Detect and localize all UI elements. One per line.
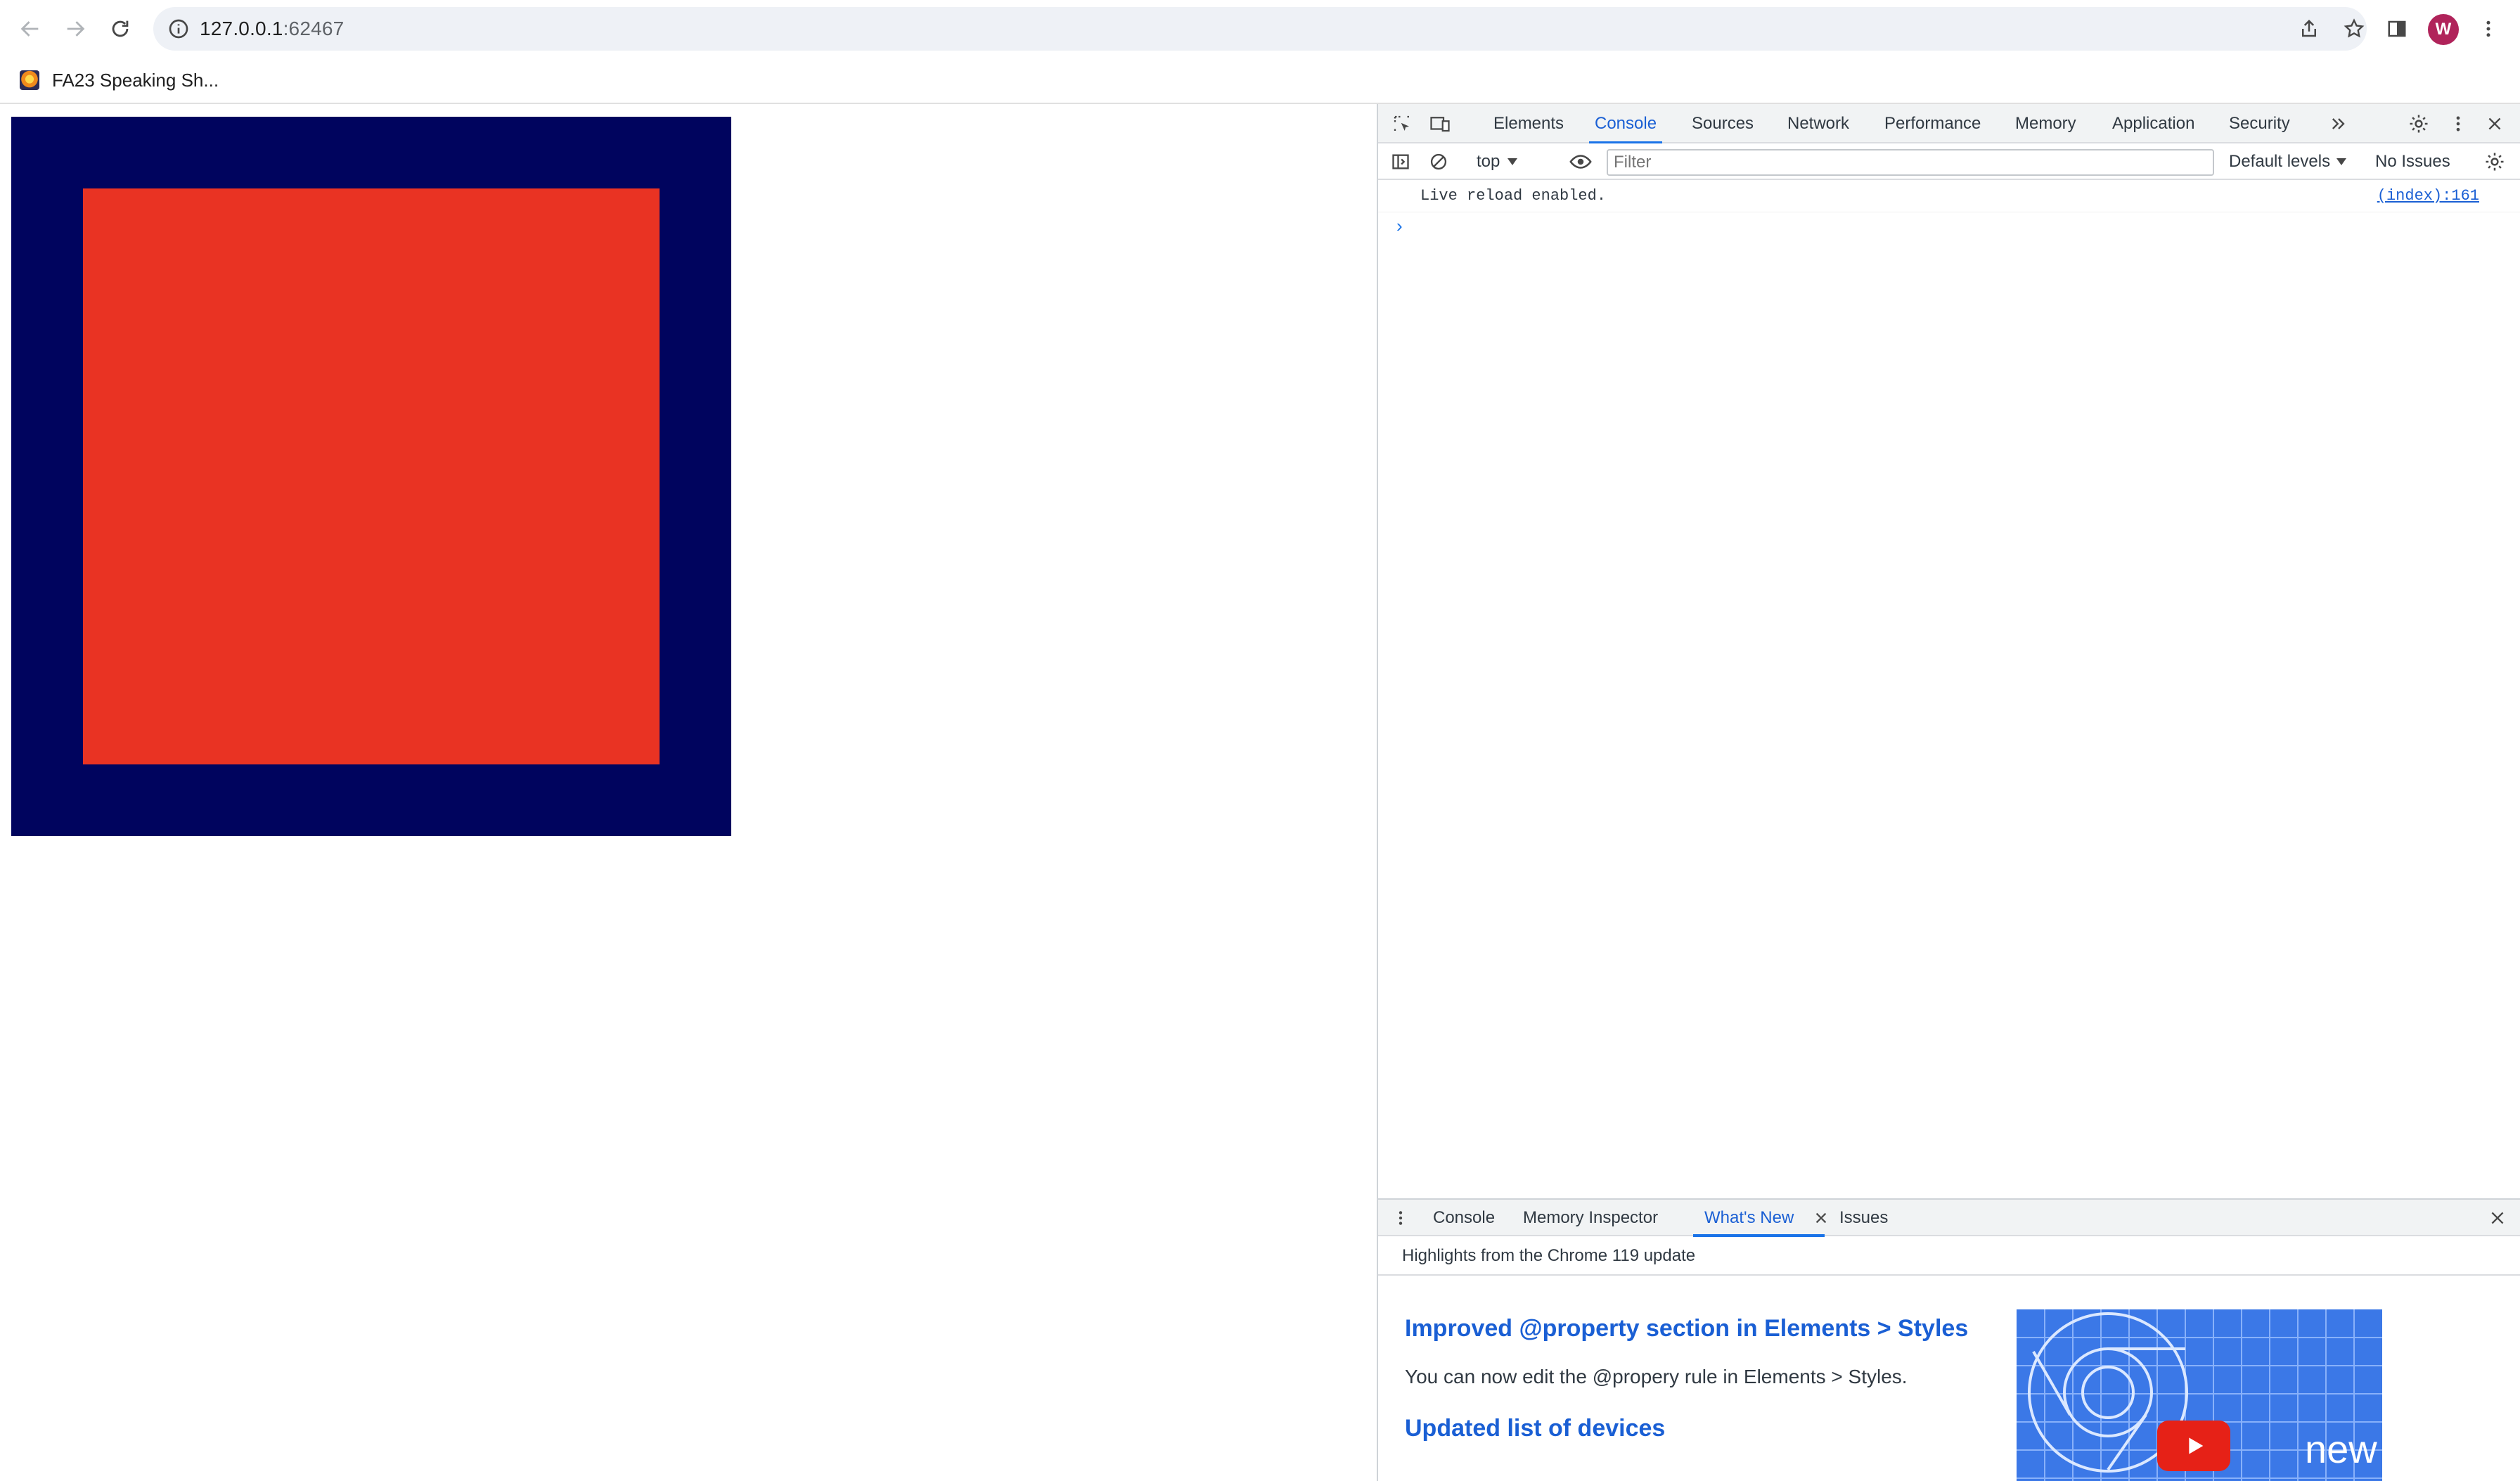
console-settings-button[interactable] [2482, 149, 2507, 174]
bookmark-item[interactable]: FA23 Speaking Sh... [20, 68, 219, 93]
tab-memory[interactable]: Memory [2015, 104, 2076, 143]
console-toolbar: top Default levels No Issues [1378, 143, 2520, 180]
console-message: Live reload enabled. (index):161 [1378, 181, 2520, 212]
address-bar[interactable]: 127.0.0.1:62467 [153, 7, 2367, 51]
device-toolbar-button[interactable] [1427, 111, 1453, 136]
context-value: top [1477, 152, 1500, 171]
console-source-link[interactable]: (index):161 [2377, 187, 2479, 205]
whats-new-body: You can now edit the @propery rule in El… [1405, 1366, 1908, 1387]
bookmark-label: FA23 Speaking Sh... [52, 69, 219, 91]
back-button[interactable] [13, 11, 48, 46]
drawer-menu-button[interactable] [1388, 1205, 1413, 1231]
sidebar-icon [1392, 154, 1409, 169]
inspect-icon [1394, 115, 1410, 132]
eye-icon [1569, 155, 1592, 169]
youtube-play-icon [2157, 1421, 2230, 1471]
drawer-tabbar: Console Memory Inspector What's New Issu… [1378, 1200, 2520, 1237]
page-viewport [0, 104, 1377, 1481]
canvas-outer-square [11, 117, 731, 836]
tab-application[interactable]: Application [2112, 104, 2194, 143]
block-icon [1430, 153, 1447, 170]
issues-label: No Issues [2375, 152, 2450, 171]
star-icon [2344, 18, 2365, 38]
gear-icon [2410, 115, 2428, 133]
close-icon [2491, 1212, 2504, 1224]
browser-menu-button[interactable] [2472, 13, 2505, 45]
devtools-tabbar: Elements Console Sources Network Perform… [1378, 104, 2520, 144]
kebab-menu-icon [2456, 116, 2460, 132]
close-tab-button[interactable] [1808, 1205, 1834, 1231]
whats-new-heading[interactable]: Updated list of devices [1405, 1415, 1665, 1442]
more-tabs-button[interactable] [2326, 111, 2351, 136]
whats-new-header: Highlights from the Chrome 119 update [1378, 1236, 2520, 1276]
share-icon [2302, 19, 2316, 37]
profile-avatar[interactable]: W [2428, 14, 2459, 45]
drawer-tab-console[interactable]: Console [1433, 1200, 1495, 1236]
browser-toolbar: 127.0.0.1:62467 W [0, 0, 2520, 58]
kebab-menu-icon [1399, 1211, 1403, 1225]
drawer-tab-issues[interactable]: Issues [1839, 1200, 1888, 1236]
console-prompt[interactable]: › [1396, 215, 1403, 237]
side-panel-button[interactable] [2381, 13, 2413, 45]
devtools-settings-button[interactable] [2406, 111, 2431, 136]
sidebar-toggle-button[interactable] [1388, 149, 1413, 174]
live-expression-button[interactable] [1568, 149, 1593, 174]
bookmark-star-button[interactable] [2341, 16, 2367, 41]
bookmarks-bar: FA23 Speaking Sh... [0, 58, 2520, 104]
log-levels-dropdown[interactable]: Default levels [2229, 149, 2347, 174]
tab-performance[interactable]: Performance [1884, 104, 1981, 143]
console-filter-input[interactable] [1607, 149, 2214, 176]
arrow-left-icon [20, 21, 39, 37]
canvas-inner-square [83, 188, 660, 764]
tab-console[interactable]: Console [1588, 104, 1663, 144]
arrow-right-icon [67, 21, 85, 37]
url-text[interactable]: 127.0.0.1:62467 [200, 17, 344, 41]
dropdown-triangle-icon [2336, 158, 2347, 165]
dropdown-triangle-icon [1508, 158, 1518, 165]
drawer-tab-memory-inspector[interactable]: Memory Inspector [1523, 1200, 1658, 1236]
devtools-menu-button[interactable] [2445, 111, 2471, 136]
issues-counter[interactable]: No Issues [2375, 149, 2450, 174]
whats-new-heading[interactable]: Improved @property section in Elements >… [1405, 1315, 1968, 1342]
tab-security[interactable]: Security [2229, 104, 2290, 143]
gear-icon [2486, 153, 2504, 171]
reload-icon [112, 20, 129, 37]
whats-new-subtitle: Highlights from the Chrome 119 update [1402, 1246, 1696, 1265]
close-drawer-button[interactable] [2485, 1205, 2510, 1231]
share-button[interactable] [2296, 16, 2322, 41]
context-selector[interactable]: top [1477, 149, 1518, 174]
tab-network[interactable]: Network [1787, 104, 1849, 143]
clear-console-button[interactable] [1426, 149, 1451, 174]
side-panel-icon [2388, 20, 2406, 37]
kebab-menu-icon [2486, 20, 2490, 37]
bookmark-favicon-icon [20, 70, 39, 90]
reload-button[interactable] [103, 11, 138, 46]
whats-new-content: Improved @property section in Elements >… [1378, 1276, 2520, 1481]
log-levels-label: Default levels [2229, 152, 2331, 171]
tab-elements[interactable]: Elements [1493, 104, 1564, 143]
devtools-panel: Elements Console Sources Network Perform… [1377, 104, 2520, 1481]
forward-button[interactable] [58, 11, 93, 46]
whats-new-video-thumbnail[interactable]: new [2017, 1309, 2382, 1481]
drawer-tab-whats-new[interactable]: What's New [1692, 1200, 1825, 1237]
info-icon[interactable] [167, 18, 190, 40]
tab-sources[interactable]: Sources [1692, 104, 1754, 143]
close-icon [2488, 117, 2501, 130]
thumbnail-label: new [2305, 1427, 2377, 1471]
device-icon [1430, 117, 1450, 132]
devtools-drawer: Console Memory Inspector What's New Issu… [1378, 1198, 2520, 1481]
close-devtools-button[interactable] [2482, 111, 2507, 136]
double-chevron-right-icon [2332, 118, 2345, 129]
console-message-text: Live reload enabled. [1420, 187, 1607, 205]
close-icon [1815, 1212, 1827, 1224]
inspect-element-button[interactable] [1389, 111, 1415, 136]
